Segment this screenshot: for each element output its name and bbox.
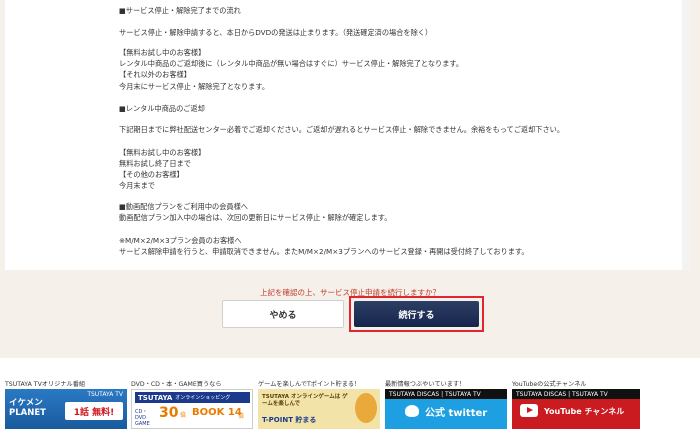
heading-flow: ■サービス停止・解除完了までの流れ	[119, 6, 241, 15]
youtube-play-icon	[520, 404, 538, 417]
terms-content: ■サービス停止・解除完了までの流れ サービス停止・解除申請すると、本日からDVD…	[5, 0, 690, 270]
twitter-bird-icon	[405, 405, 419, 417]
character-icon	[355, 393, 377, 423]
heading-streaming: ■動画配信プランをご利用中の会員様へ	[119, 202, 248, 211]
tsutaya-game-banner[interactable]: TSUTAYA オンラインゲームは ゲームを楽しんで T-POINT 貯まる	[258, 389, 380, 429]
ikemen-planet-title: イケメン PLANET	[9, 398, 46, 418]
confirm-area: 上記を確認の上、サービス停止申請を続行しますか？ やめる 続行する	[0, 270, 700, 358]
footer-label: DVD・CD・本・GAME買うなら	[131, 381, 222, 388]
footer-label: ゲームを楽しんでTポイント貯まる！	[258, 381, 361, 388]
free-episode-badge: 1話 無料!	[65, 402, 123, 420]
text-line: 動画配信プラン加入中の場合は、次回の更新日にサービス停止・解除が確定します。	[119, 213, 392, 222]
heading-return: ■レンタル中商品のご返却	[119, 104, 205, 113]
text-line: サービス解除申請を行うと、申請取消できません。またM/M×2/M×3プランへのサ…	[119, 247, 529, 256]
points-14x: BOOK 14	[192, 407, 242, 418]
ikemen-planet-banner[interactable]: TSUTAYA TV イケメン PLANET 1話 無料!	[5, 389, 127, 429]
text-line: サービス停止・解除申請すると、本日からDVDの発送は止まります。（発送確定済の場…	[119, 28, 433, 37]
banner-header: TSUTAYA DISCAS | TSUTAYA TV	[512, 389, 640, 399]
text-line: ※M/M×2/M×3プラン会員のお客様へ	[119, 236, 242, 245]
tsutaya-shopping-banner[interactable]: TSUTAYA オンラインショッピング CD・DVD GAME 30 倍 BOO…	[131, 389, 253, 429]
youtube-banner[interactable]: TSUTAYA DISCAS | TSUTAYA TV YouTube チャンネ…	[512, 389, 640, 429]
footer-label: YouTubeの公式チャンネル	[512, 381, 587, 388]
tsutaya-logo: TSUTAYA	[138, 393, 173, 402]
page-frame: ■サービス停止・解除完了までの流れ サービス停止・解除申請すると、本日からDVD…	[0, 0, 700, 358]
t-point-label: T-POINT 貯まる	[262, 416, 317, 424]
game-banner-title: TSUTAYA オンラインゲームは ゲームを楽しんで	[262, 394, 348, 407]
scrollbar[interactable]	[682, 0, 690, 270]
youtube-label: YouTube チャンネル	[544, 407, 625, 416]
text-line: 【無料お試し中のお客様】	[119, 48, 206, 57]
footer-label: TSUTAYA TVオリジナル番組	[5, 381, 86, 388]
twitter-banner[interactable]: TSUTAYA DISCAS | TSUTAYA TV 公式 twitter	[385, 389, 507, 429]
footer-label: 最新情報つぶやいています！	[385, 381, 466, 388]
text-line: 無料お試し終了日まで	[119, 159, 191, 168]
text-line: 今月末まで	[119, 181, 155, 190]
cancel-button[interactable]: やめる	[222, 300, 344, 328]
twitter-label: 公式 twitter	[425, 408, 488, 419]
text-line: 【それ以外のお客様】	[119, 70, 191, 79]
text-line: レンタル中商品のご返却後に（レンタル中商品が無い場合はすぐに）サービス停止・解除…	[119, 59, 464, 68]
text-line: 【無料お試し中のお客様】	[119, 148, 206, 157]
continue-highlight: 続行する	[349, 296, 484, 332]
times-label: 倍	[238, 413, 245, 420]
banner-header: TSUTAYA DISCAS | TSUTAYA TV	[385, 389, 507, 399]
cd-dvd-game-label: CD・DVD GAME	[135, 409, 150, 427]
text-line: 今月末にサービス停止・解除完了となります。	[119, 82, 270, 91]
times-label: 倍	[180, 412, 187, 419]
text-line: 【その他のお客様】	[119, 170, 184, 179]
continue-button[interactable]: 続行する	[354, 301, 479, 327]
text-line: 下記期日までに弊社配送センター必着でご返却ください。ご返却が遅れるとサービス停止…	[119, 125, 565, 134]
points-30x: 30	[159, 405, 179, 421]
shopping-sub: オンラインショッピング	[175, 395, 231, 401]
